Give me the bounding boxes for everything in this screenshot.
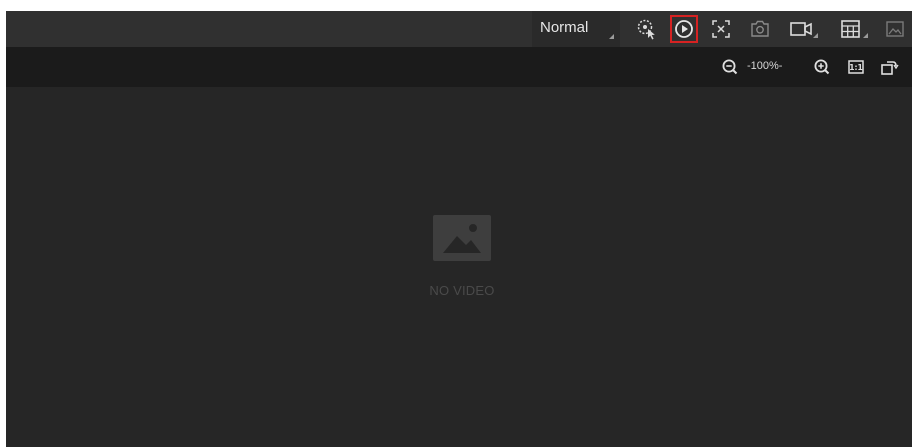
play-button[interactable] bbox=[670, 15, 698, 43]
record-dropdown-arrow-icon bbox=[813, 33, 818, 38]
grid-layout-icon bbox=[841, 20, 860, 38]
actual-size-label: 1:1 bbox=[849, 63, 862, 72]
snapshot-button[interactable] bbox=[747, 16, 773, 42]
dropdown-arrow-icon bbox=[609, 34, 614, 39]
fullscreen-button[interactable] bbox=[708, 16, 734, 42]
fullscreen-icon bbox=[712, 20, 730, 38]
zoom-out-icon bbox=[722, 59, 738, 75]
top-toolbar: Normal bbox=[6, 11, 912, 48]
no-video-label: NO VIDEO bbox=[429, 283, 495, 298]
rotate-icon bbox=[881, 61, 899, 75]
zoom-out-button[interactable] bbox=[720, 57, 740, 77]
play-circle-icon bbox=[675, 20, 693, 38]
smart-search-button[interactable] bbox=[634, 16, 660, 42]
video-player-window: Normal -100%- 1:1 NO VIDEO bbox=[6, 11, 912, 447]
no-video-image-icon bbox=[433, 215, 491, 261]
actual-size-button[interactable]: 1:1 bbox=[846, 57, 866, 77]
record-button[interactable] bbox=[788, 16, 818, 42]
zoom-in-button[interactable] bbox=[812, 57, 832, 77]
rotate-button[interactable] bbox=[879, 57, 899, 77]
mode-dropdown[interactable]: Normal bbox=[532, 11, 620, 47]
zoom-in-icon bbox=[814, 59, 830, 75]
layout-button[interactable] bbox=[838, 16, 868, 42]
zoom-level: -100%- bbox=[747, 60, 783, 72]
smart-search-icon bbox=[637, 19, 655, 40]
image-button[interactable] bbox=[883, 16, 909, 42]
image-icon bbox=[886, 21, 904, 37]
video-record-icon bbox=[790, 22, 812, 36]
mode-dropdown-label: Normal bbox=[540, 19, 589, 36]
layout-dropdown-arrow-icon bbox=[863, 33, 868, 38]
camera-icon bbox=[751, 20, 769, 37]
actual-size-icon: 1:1 bbox=[848, 60, 864, 74]
